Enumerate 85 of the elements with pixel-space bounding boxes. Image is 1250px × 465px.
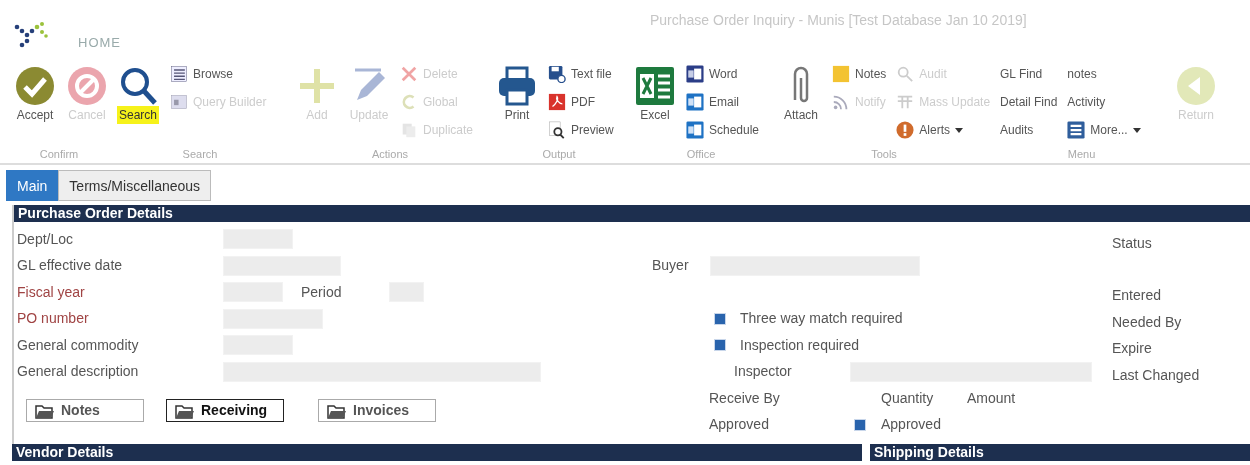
toolbar-button[interactable]: GL Find [998, 60, 1060, 88]
alert-icon [896, 121, 915, 139]
field-label: Buyer [652, 256, 690, 276]
toolbar-button[interactable]: Print [494, 62, 540, 128]
field-label: Expire [1112, 339, 1153, 359]
spreadsheet-icon [635, 66, 675, 106]
toolbar-button[interactable]: Alerts [894, 116, 993, 144]
folder-button[interactable]: Invoices [318, 399, 436, 422]
folder-button[interactable]: Notes [26, 399, 144, 422]
folder-icon [175, 402, 195, 419]
folder-icon [327, 402, 347, 419]
toolbar-button[interactable]: Accept [12, 62, 58, 128]
no-entry-icon [67, 66, 107, 106]
group-label: Confirm [38, 147, 80, 162]
group-label: Output [541, 147, 577, 162]
toolbar-button[interactable]: Detail Find [998, 88, 1060, 116]
group-label: Search [181, 147, 219, 162]
field-label: General commodity [16, 335, 140, 355]
option-label: Amount [967, 388, 1016, 408]
checkbox-label: Inspection required [740, 335, 860, 355]
toolbar-button[interactable]: Notes [830, 60, 889, 88]
window-title: Purchase Order Inquiry - Munis [Test Database Jan 10 2019] [650, 11, 1027, 30]
group-label: Tools [870, 147, 898, 162]
toolbar-button[interactable]: Audits [998, 116, 1060, 144]
field-label: Entered [1112, 286, 1163, 306]
section-header: Shipping Details [870, 444, 1250, 461]
toolbar-button[interactable]: Text file [546, 60, 616, 88]
field-label: GL effective date [16, 256, 124, 276]
table-icon [896, 93, 915, 111]
group-label: Actions [370, 147, 410, 162]
field-label: Dept/Loc [16, 229, 75, 249]
toolbar-button[interactable]: Schedule [684, 116, 762, 144]
tab[interactable]: Terms/Miscellaneous [58, 170, 212, 201]
field-label: PO number [16, 309, 90, 329]
group-label: Menu [1066, 147, 1097, 162]
x-mark-icon [400, 65, 418, 83]
note-icon [832, 65, 850, 83]
printer-icon [497, 66, 537, 106]
search-icon [118, 66, 158, 106]
toolbar-button[interactable]: Activity [1065, 88, 1143, 116]
field-label: Period [301, 282, 343, 302]
toolbar-button[interactable]: Excel [632, 62, 678, 128]
rss-icon [832, 93, 850, 111]
section-header: Purchase Order Details [14, 205, 1250, 222]
checkbox[interactable] [714, 312, 726, 325]
toolbar-button[interactable]: Search [114, 62, 163, 128]
toolbar-button[interactable]: Word [684, 60, 762, 88]
copy-icon [400, 121, 418, 139]
toolbar-button[interactable]: Preview [546, 116, 616, 144]
magnifier-icon [896, 65, 915, 83]
option-label: Quantity [881, 388, 935, 408]
checkbox-label: Approved [881, 415, 941, 435]
tab[interactable]: Main [6, 170, 59, 201]
caret-icon [955, 127, 964, 133]
field-label: Needed By [1112, 312, 1183, 332]
field-label: General description [16, 362, 140, 382]
checkbox-label: Three way match required [740, 309, 903, 329]
folder-button[interactable]: Receiving [166, 399, 284, 422]
field-label: Receive By [709, 388, 781, 408]
folder-icon [35, 402, 55, 419]
field-label: Approved [709, 415, 770, 435]
checkbox[interactable] [854, 418, 866, 431]
toolbar-button[interactable]: PDF [546, 88, 616, 116]
section-header: Vendor Details [12, 444, 862, 461]
group-label: Office [685, 147, 717, 162]
toolbar-button[interactable]: Attach [778, 62, 824, 128]
window-icon [170, 93, 189, 111]
document-icon [686, 65, 704, 83]
check-circle-icon [15, 66, 55, 106]
logo-icon [14, 22, 48, 48]
menu-icon [1067, 121, 1086, 139]
field-label: Fiscal year [16, 282, 86, 302]
document-icon [548, 93, 566, 111]
checkbox[interactable] [714, 339, 726, 352]
field-label: Inspector [734, 362, 793, 382]
field-label: Status [1112, 233, 1153, 253]
list-icon [170, 65, 189, 83]
caret-icon [1132, 127, 1141, 133]
toolbar-button[interactable]: More... [1065, 116, 1143, 144]
plus-icon [297, 66, 337, 106]
preview-icon [548, 121, 566, 139]
field-label: Last Changed [1112, 365, 1201, 385]
toolbar-button[interactable]: Email [684, 88, 762, 116]
toolbar-button[interactable]: notes [1065, 60, 1143, 88]
toolbar-button[interactable]: Browse [168, 60, 269, 88]
